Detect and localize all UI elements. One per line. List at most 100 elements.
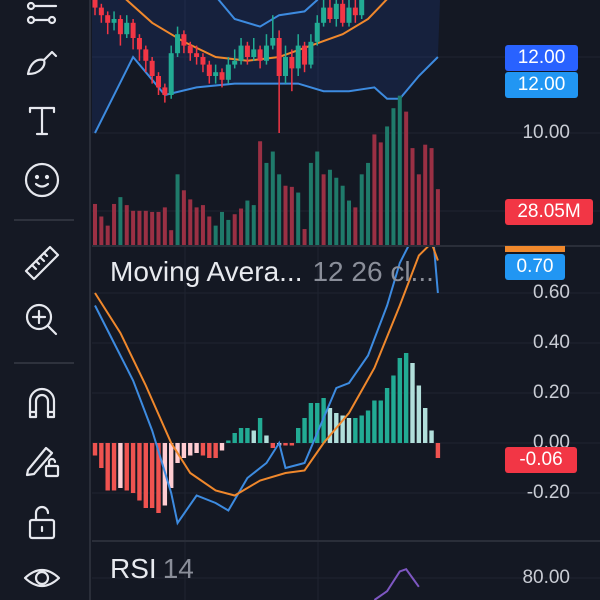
volume-bar: [105, 225, 110, 245]
volume-bar: [251, 205, 256, 245]
candle-body: [124, 22, 130, 35]
candle-body: [181, 34, 187, 46]
volume-bar: [334, 177, 339, 245]
candle-body: [333, 3, 339, 19]
candle-body: [276, 38, 282, 76]
volume-bar: [124, 205, 129, 245]
bollinger-bands: [92, 0, 440, 134]
macd-histogram-bar: [270, 443, 275, 448]
candle-body: [200, 57, 206, 65]
candle-body: [263, 45, 269, 61]
bollinger-fill: [92, 0, 440, 133]
candle-body: [225, 64, 231, 80]
candle-body: [149, 60, 155, 76]
rsi-legend[interactable]: RSI 14: [110, 553, 194, 585]
volume-bar: [93, 203, 97, 245]
macd-histogram-bar: [194, 443, 199, 453]
macd-legend-name: Moving Avera...: [110, 256, 303, 287]
macd-histogram-bar: [365, 410, 371, 443]
volume-bar: [429, 148, 434, 245]
volume-bar: [270, 151, 275, 245]
macd-histogram-bar: [359, 415, 364, 443]
macd-histogram-bar: [245, 428, 250, 443]
macd-histogram-bar: [391, 375, 396, 443]
macd-histogram-bar: [251, 430, 256, 443]
candle-body: [187, 45, 193, 54]
macd-histogram-bar: [207, 443, 212, 458]
volume-bar: [194, 207, 199, 245]
candle-body: [257, 49, 263, 61]
macd-histogram-bar: [346, 418, 352, 443]
volume-bar: [327, 169, 332, 245]
volume-bar: [423, 144, 428, 245]
macd-histogram-bar: [308, 403, 314, 443]
macd-histogram-bar: [353, 418, 358, 443]
candle-body: [92, 0, 98, 8]
volume-bar: [372, 134, 377, 245]
volume-bar: [239, 208, 244, 245]
candle-body: [117, 19, 123, 35]
macd-histogram-bar: [226, 440, 231, 443]
macd-histogram-bar: [429, 430, 434, 443]
macd-histogram-bar: [296, 428, 301, 443]
candle-body: [162, 87, 168, 95]
candle-body: [219, 72, 225, 80]
rsi-legend-name: RSI: [110, 553, 157, 584]
macd-histogram-bar: [124, 443, 129, 491]
candle-body: [232, 60, 238, 65]
volume-bar: [213, 225, 218, 245]
candle-body: [111, 19, 117, 23]
macd-histogram-bar: [403, 353, 409, 443]
macd-histogram-bar: [130, 443, 136, 493]
macd-histogram-bar: [289, 443, 295, 446]
volume-bar: [200, 205, 205, 245]
macd-histogram-bar: [264, 435, 269, 443]
macd-histogram-bar: [143, 443, 148, 508]
macd-histogram: [92, 353, 441, 513]
volume-bar: [99, 216, 104, 245]
macd-histogram-bar: [118, 443, 123, 488]
candle-body: [302, 45, 308, 65]
volume-bar: [175, 174, 180, 245]
macd-histogram-bar: [283, 443, 288, 446]
macd-histogram-bar: [416, 385, 422, 443]
volume-bar: [308, 162, 313, 245]
volume-bar: [289, 186, 294, 245]
signal-badge-strip: [505, 246, 565, 252]
volume-bar: [283, 185, 288, 245]
volume-bar: [277, 174, 282, 245]
candle-body: [270, 38, 276, 46]
macd-histogram-bar: [397, 358, 402, 443]
volume-bar: [207, 216, 212, 245]
volume-bar: [397, 95, 402, 245]
macd-histogram-bar: [213, 443, 218, 458]
volume-badge: 28.05M: [505, 199, 593, 225]
macd-histogram-bar: [232, 433, 237, 443]
macd-histogram-bar: [200, 443, 206, 456]
price-badge-dark: 12.00: [505, 45, 578, 71]
macd-histogram-bar: [435, 443, 441, 458]
volume-bar: [245, 200, 250, 245]
candle-body: [340, 3, 346, 23]
candle-body: [175, 34, 181, 54]
volume-bar: [340, 185, 345, 245]
volume-bar: [137, 210, 142, 245]
candle-body: [168, 53, 174, 95]
macd-legend[interactable]: Moving Avera... 12 26 cl...: [110, 256, 434, 288]
volume-bar: [296, 192, 301, 245]
macd-histogram-bar: [257, 418, 263, 443]
volume-bar: [315, 151, 320, 245]
macd-histogram-bar: [423, 408, 428, 443]
volume-bar: [435, 189, 440, 245]
volume-bar: [232, 214, 237, 245]
volume-bar: [264, 162, 269, 245]
macd-histogram-bar: [149, 443, 155, 508]
volume-bar: [118, 197, 123, 245]
macd-tick: 0.20: [533, 382, 570, 403]
candle-body: [346, 7, 352, 23]
candle-body: [244, 45, 250, 57]
macd-histogram-bar: [169, 443, 174, 488]
candle-body: [238, 45, 244, 61]
macd-hist-badge: -0.06: [505, 447, 577, 473]
price-tick-10: 10.00: [522, 122, 570, 143]
